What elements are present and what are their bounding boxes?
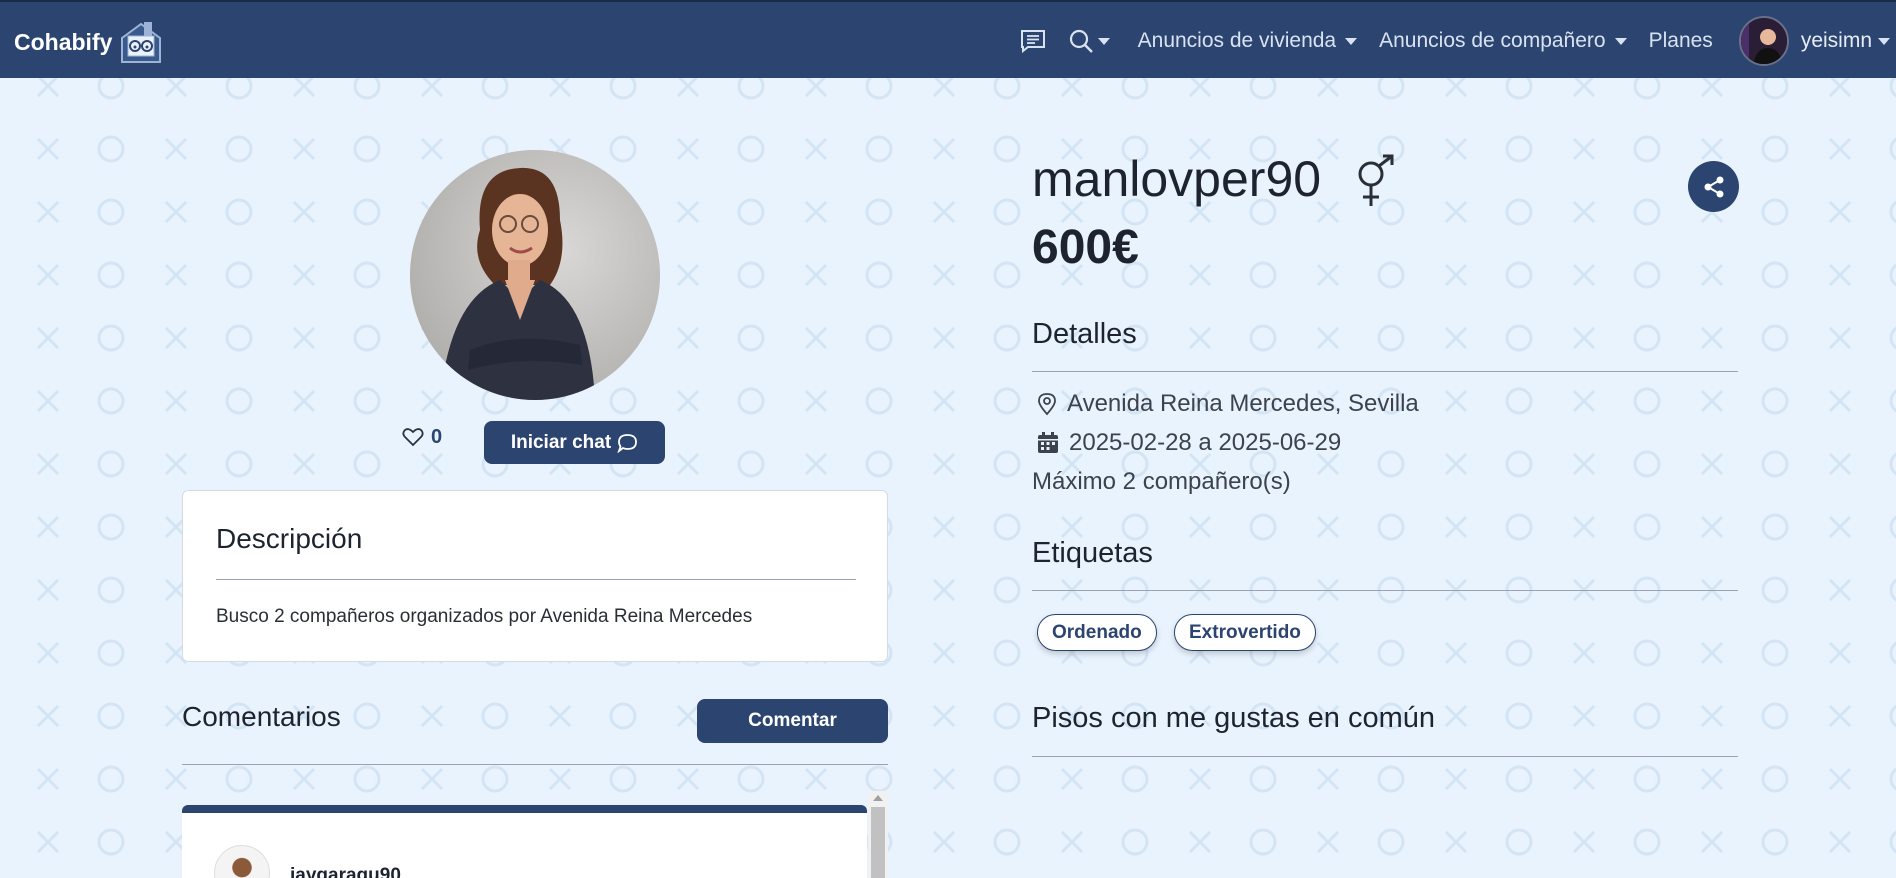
divider xyxy=(1032,590,1738,591)
nav-roommate-dropdown[interactable]: Anuncios de compañero xyxy=(1379,29,1627,53)
divider xyxy=(182,764,888,765)
brand-name: Cohabify xyxy=(14,28,113,55)
nav-menu: Anuncios de vivienda Anuncios de compañe… xyxy=(1020,2,1896,80)
nav-roommate-label: Anuncios de compañero xyxy=(1379,29,1606,52)
listing-username: manlovper90 xyxy=(1032,151,1322,207)
location-text: Avenida Reina Mercedes, Sevilla xyxy=(1067,390,1419,417)
user-name-label: yeisimn xyxy=(1800,29,1872,52)
divider xyxy=(1032,756,1738,757)
description-title: Descripción xyxy=(216,523,363,554)
chevron-down-icon xyxy=(1345,37,1358,45)
chevron-down-icon xyxy=(1097,37,1110,45)
dates-row: 2025-02-28 a 2025-06-29 xyxy=(1036,429,1341,457)
nav-plans-link[interactable]: Planes xyxy=(1649,29,1713,53)
nav-plans-label: Planes xyxy=(1648,29,1713,52)
comments-scrollbar[interactable] xyxy=(868,791,888,878)
scroll-up-arrow-icon[interactable] xyxy=(873,795,883,801)
house-logo-icon xyxy=(121,22,162,63)
dates-text: 2025-02-28 a 2025-06-29 xyxy=(1069,429,1342,456)
profile-page: 0 Iniciar chat Descripción Busco 2 compa… xyxy=(0,78,1896,878)
search-dropdown[interactable] xyxy=(1068,28,1110,54)
tags-title: Etiquetas xyxy=(1032,537,1153,569)
divider xyxy=(216,579,856,580)
user-avatar[interactable] xyxy=(1738,16,1789,66)
comment-button[interactable]: Comentar xyxy=(697,699,888,743)
scroll-thumb[interactable] xyxy=(871,807,885,878)
likes-count: 0 xyxy=(431,425,443,448)
tag-extrovertido: Extrovertido xyxy=(1174,614,1316,651)
chevron-down-icon xyxy=(1614,37,1627,45)
likes-counter[interactable]: 0 xyxy=(402,422,442,452)
comment-avatar xyxy=(214,845,270,878)
location-row: Avenida Reina Mercedes, Sevilla xyxy=(1036,390,1419,418)
details-title: Detalles xyxy=(1032,318,1137,350)
tag-ordenado: Ordenado xyxy=(1037,614,1157,651)
top-navbar: Cohabify Anuncios de vivienda Anuncios d… xyxy=(0,0,1896,78)
start-chat-label: Iniciar chat xyxy=(510,431,612,453)
comments-title: Comentarios xyxy=(182,701,341,732)
description-text: Busco 2 compañeros organizados por Aveni… xyxy=(216,606,753,627)
nav-housing-dropdown[interactable]: Anuncios de vivienda xyxy=(1137,29,1358,53)
calendar-icon xyxy=(1038,432,1058,453)
max-roommates-text: Máximo 2 compañero(s) xyxy=(1032,468,1291,495)
heart-icon xyxy=(402,428,424,447)
comment-username[interactable]: jaygaragu90 xyxy=(290,865,401,878)
chevron-down-icon xyxy=(1878,37,1890,45)
user-menu-dropdown[interactable]: yeisimn xyxy=(1801,29,1890,53)
common-likes-title: Pisos con me gustas en común xyxy=(1032,702,1435,734)
location-pin-icon xyxy=(1038,393,1056,416)
share-button[interactable] xyxy=(1688,161,1739,212)
search-icon xyxy=(1069,29,1093,53)
intersex-symbol-icon xyxy=(1358,154,1394,206)
listing-price: 600€ xyxy=(1032,221,1139,274)
profile-photo xyxy=(410,150,660,400)
chat-bubble-icon xyxy=(617,433,638,453)
divider xyxy=(1032,371,1738,372)
nav-housing-label: Anuncios de vivienda xyxy=(1137,29,1337,52)
brand-logo-link[interactable]: Cohabify xyxy=(14,20,164,64)
description-card: Descripción Busco 2 compañeros organizad… xyxy=(182,490,888,662)
start-chat-button[interactable]: Iniciar chat xyxy=(484,421,665,464)
comment-card: jaygaragu90 xyxy=(182,805,867,878)
max-roommates-row: Máximo 2 compañero(s) xyxy=(1032,468,1291,496)
comment-button-label: Comentar xyxy=(748,710,837,731)
share-icon xyxy=(1704,176,1723,197)
messages-icon[interactable] xyxy=(1020,29,1046,53)
